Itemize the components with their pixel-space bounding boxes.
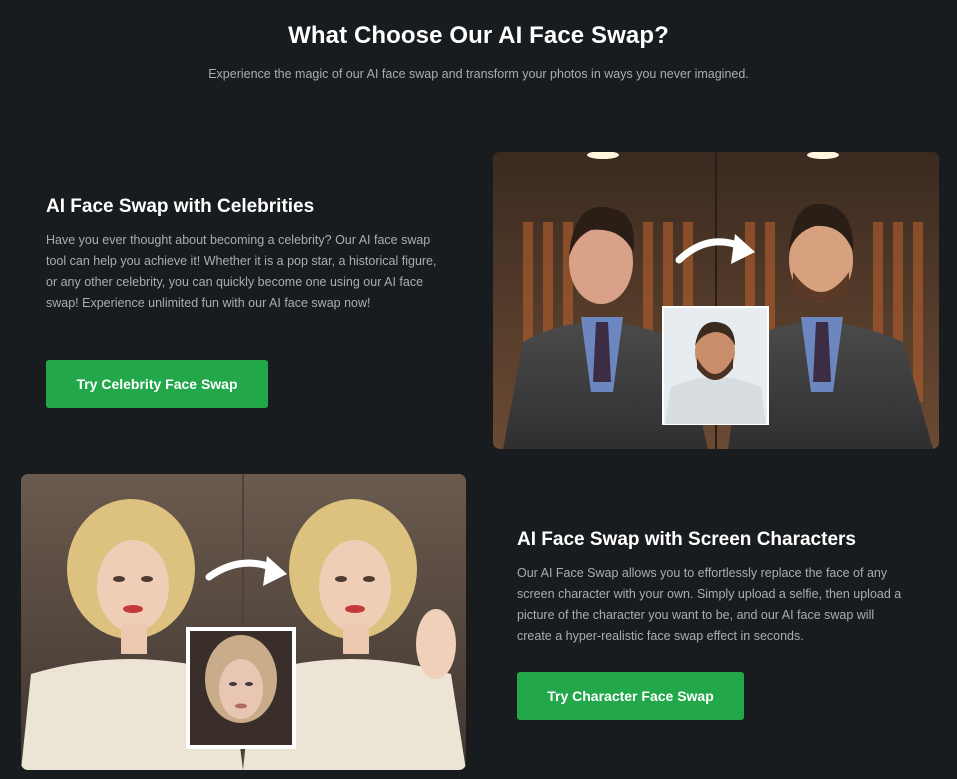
- character-feature-description: Our AI Face Swap allows you to effortles…: [517, 566, 902, 643]
- character-swap-image: [21, 474, 466, 770]
- try-celebrity-face-swap-button[interactable]: Try Celebrity Face Swap: [46, 360, 268, 408]
- character-feature-title: AI Face Swap with Screen Characters: [517, 529, 856, 550]
- try-character-face-swap-button[interactable]: Try Character Face Swap: [517, 672, 744, 720]
- section-subtitle: Experience the magic of our AI face swap…: [208, 67, 749, 81]
- section-title: What Choose Our AI Face Swap?: [288, 22, 669, 49]
- celebrity-feature-description: Have you ever thought about becoming a c…: [46, 233, 437, 310]
- celebrity-swap-image: [493, 152, 939, 449]
- celebrity-feature-title: AI Face Swap with Celebrities: [46, 196, 315, 217]
